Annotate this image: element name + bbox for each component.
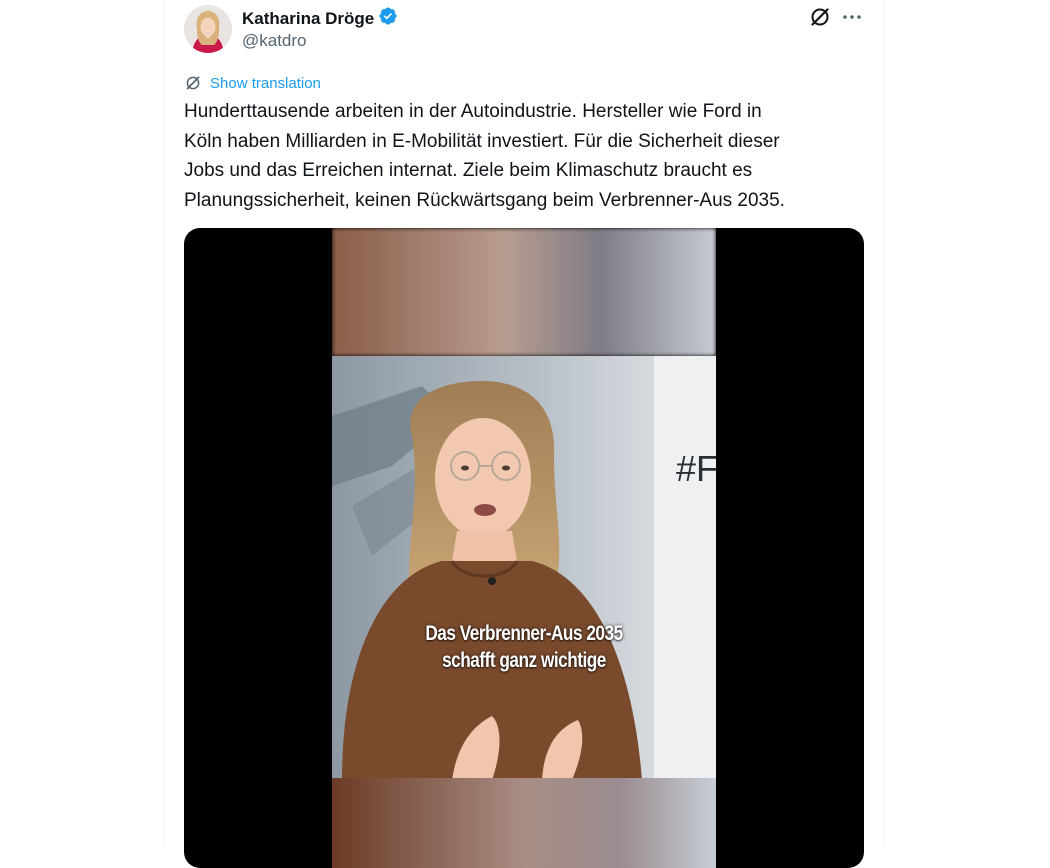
video-still: #F [332, 356, 716, 780]
video-blur-bottom [332, 778, 716, 868]
video-blur-top [332, 228, 716, 356]
avatar[interactable] [184, 5, 232, 53]
tweet-text-line: Jobs und das Erreichen internat. Ziele b… [184, 160, 753, 181]
avatar-image [184, 5, 232, 53]
tweet-text-line: Köln haben Milliarden in E-Mobilität inv… [184, 130, 780, 152]
video-frame: #F Das Verbrenner-Aus 2035 schafft ganz … [332, 228, 716, 868]
more-options-button[interactable] [840, 5, 864, 29]
video-caption: Das Verbrenner-Aus 2035 schafft ganz wic… [367, 620, 682, 674]
more-options-icon [843, 15, 861, 19]
video-background-text: #F [676, 448, 716, 489]
video-player[interactable]: #F Das Verbrenner-Aus 2035 schafft ganz … [184, 228, 864, 868]
author-name-row: Katharina Dröge [242, 6, 398, 31]
author-name[interactable]: Katharina Dröge [242, 9, 374, 29]
verified-badge-icon [378, 6, 398, 31]
show-translation-label: Show translation [210, 74, 321, 92]
translate-icon [186, 76, 200, 90]
video-caption-line: Das Verbrenner-Aus 2035 [425, 622, 623, 645]
author-handle[interactable]: @katdro [242, 31, 307, 51]
grok-icon [811, 8, 829, 26]
grok-button[interactable] [808, 5, 832, 29]
video-caption-line: schafft ganz wichtige [442, 649, 606, 672]
tweet-text: Hunderttausende arbeiten in der Autoindu… [184, 97, 864, 215]
tweet-text-line: Planungssicherheit, keinen Rückwärtsgang… [184, 189, 785, 211]
show-translation-link[interactable]: Show translation [184, 74, 321, 92]
tweet-text-line: Hunderttausende arbeiten in der Autoindu… [184, 101, 762, 122]
